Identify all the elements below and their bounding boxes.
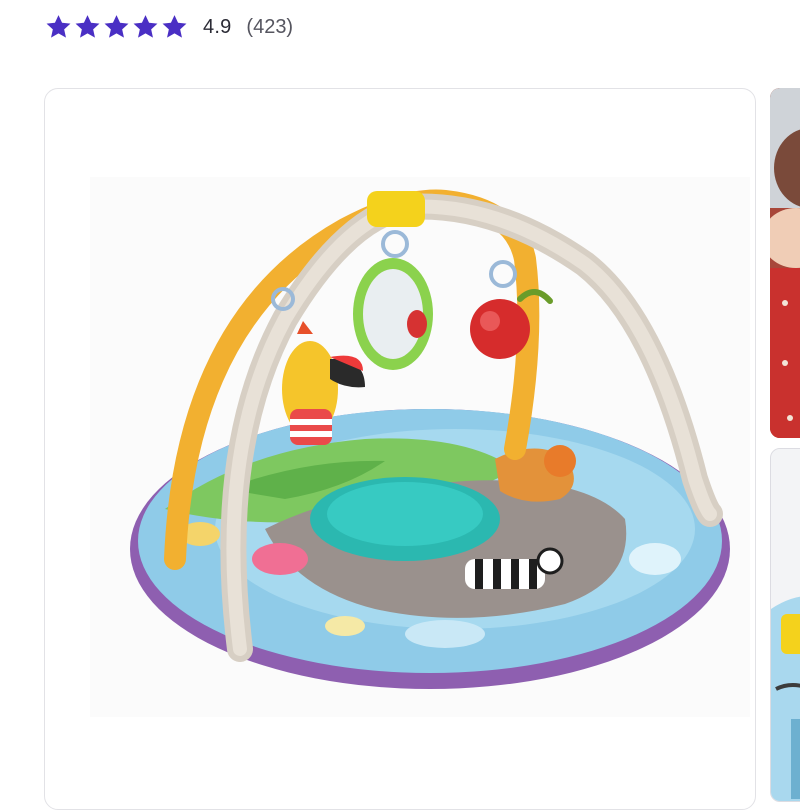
main-product-image[interactable] bbox=[44, 88, 756, 810]
thumbnail-photo-baby bbox=[770, 88, 800, 438]
rating-summary[interactable]: 4.9 (423) bbox=[44, 10, 293, 44]
star-icon bbox=[104, 15, 129, 38]
star-icon bbox=[133, 15, 158, 38]
rating-score: 4.9 bbox=[203, 15, 232, 38]
play-mat-illustration bbox=[90, 177, 750, 717]
thumbnail-image[interactable] bbox=[770, 88, 800, 438]
star-icon bbox=[46, 15, 71, 38]
thumbnail-image[interactable] bbox=[770, 448, 800, 802]
review-count[interactable]: (423) bbox=[246, 16, 293, 39]
star-icon bbox=[75, 15, 100, 38]
star-icon bbox=[162, 15, 187, 38]
thumbnail-photo-mat bbox=[771, 449, 800, 801]
star-rating bbox=[44, 13, 189, 41]
